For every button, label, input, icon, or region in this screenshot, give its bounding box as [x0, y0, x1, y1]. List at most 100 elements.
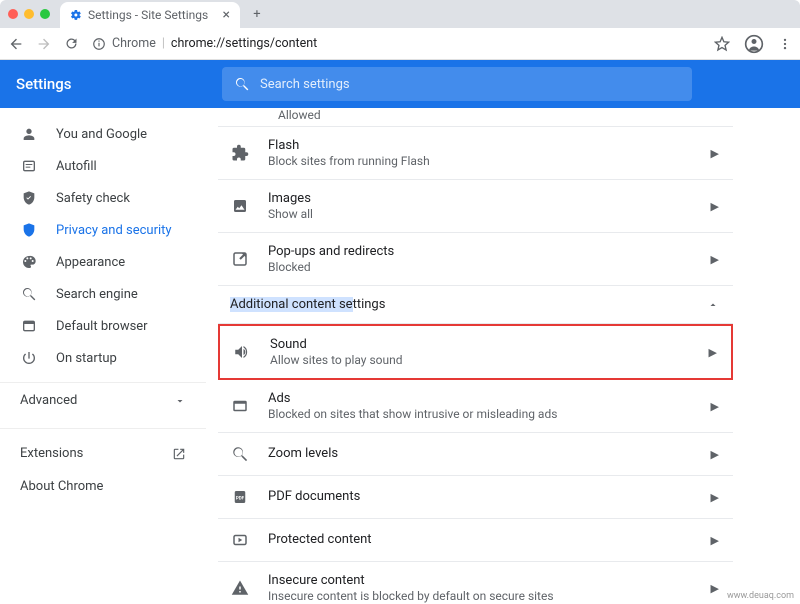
content-row-pdf[interactable]: PDF PDF documents ▶	[218, 476, 733, 519]
sidebar-about-chrome-link[interactable]: About Chrome	[0, 470, 206, 503]
chevron-right-icon: ▶	[711, 200, 719, 213]
settings-header: Settings	[0, 60, 800, 108]
sidebar-item-safety-check[interactable]: Safety check	[0, 182, 206, 214]
palette-icon	[20, 254, 38, 270]
about-label: About Chrome	[20, 479, 103, 494]
sidebar-item-label: Autofill	[56, 159, 97, 174]
sidebar-extensions-link[interactable]: Extensions	[0, 437, 206, 470]
content-row-popups[interactable]: Pop-ups and redirects Blocked ▶	[218, 233, 733, 286]
browser-toolbar: Chrome | chrome://settings/content	[0, 28, 800, 60]
zoom-icon	[230, 445, 250, 463]
maximize-window-button[interactable]	[40, 9, 50, 19]
reload-button[interactable]	[64, 36, 82, 51]
row-title: Pop-ups and redirects	[268, 244, 693, 259]
menu-kebab-icon[interactable]	[778, 37, 792, 51]
sound-icon	[232, 343, 252, 361]
additional-content-toggle[interactable]: Additional content settings	[218, 286, 733, 324]
sidebar-item-search-engine[interactable]: Search engine	[0, 278, 206, 310]
chevron-up-icon	[707, 299, 719, 311]
new-tab-button[interactable]: +	[246, 7, 268, 22]
row-title: Ads	[268, 391, 693, 406]
sidebar-item-privacy-security[interactable]: Privacy and security	[0, 214, 206, 246]
cutoff-row-subtitle: Allowed	[218, 108, 733, 127]
sidebar-item-label: On startup	[56, 351, 117, 366]
sidebar-advanced-toggle[interactable]: Advanced	[0, 382, 206, 418]
chevron-right-icon: ▶	[711, 400, 719, 413]
chevron-right-icon: ▶	[711, 147, 719, 160]
row-title: PDF documents	[268, 487, 693, 507]
row-subtitle: Show all	[268, 207, 693, 221]
sidebar-item-label: Appearance	[56, 255, 125, 270]
gear-icon	[70, 9, 82, 21]
info-icon	[92, 37, 106, 51]
protected-content-icon	[230, 531, 250, 549]
content-row-sound[interactable]: Sound Allow sites to play sound ▶	[218, 324, 733, 380]
ads-icon	[230, 397, 250, 415]
row-title: Images	[268, 191, 693, 206]
tab-title: Settings - Site Settings	[88, 8, 208, 22]
search-icon	[20, 286, 38, 302]
content-row-ads[interactable]: Ads Blocked on sites that show intrusive…	[218, 380, 733, 433]
row-subtitle: Allow sites to play sound	[270, 353, 691, 367]
image-icon	[230, 197, 250, 215]
minimize-window-button[interactable]	[24, 9, 34, 19]
content-row-zoom[interactable]: Zoom levels ▶	[218, 433, 733, 476]
shield-icon	[20, 222, 38, 238]
row-title: Flash	[268, 138, 693, 153]
content-row-insecure[interactable]: Insecure content Insecure content is blo…	[218, 562, 733, 604]
close-window-button[interactable]	[8, 9, 18, 19]
sidebar-item-label: Privacy and security	[56, 223, 172, 238]
forward-button[interactable]	[36, 36, 54, 52]
sidebar-item-appearance[interactable]: Appearance	[0, 246, 206, 278]
chevron-right-icon: ▶	[711, 582, 719, 595]
profile-avatar-icon[interactable]	[744, 34, 764, 54]
settings-title: Settings	[16, 75, 206, 93]
sidebar-item-label: Safety check	[56, 191, 130, 206]
shield-check-icon	[20, 190, 38, 206]
person-icon	[20, 126, 38, 142]
puzzle-icon	[230, 144, 250, 162]
settings-sidebar: You and Google Autofill Safety check Pri…	[0, 108, 206, 604]
sidebar-item-you-and-google[interactable]: You and Google	[0, 118, 206, 150]
chevron-down-icon	[174, 395, 186, 407]
url-path: chrome://settings/content	[171, 36, 317, 51]
autofill-icon	[20, 158, 38, 174]
chevron-right-icon: ▶	[711, 253, 719, 266]
row-subtitle: Blocked on sites that show intrusive or …	[268, 407, 693, 421]
warning-icon	[230, 579, 250, 597]
browser-tab[interactable]: Settings - Site Settings ×	[60, 2, 240, 28]
chevron-right-icon: ▶	[711, 534, 719, 547]
settings-content: Allowed Flash Block sites from running F…	[206, 108, 800, 604]
bookmark-star-icon[interactable]	[714, 36, 730, 52]
sidebar-item-default-browser[interactable]: Default browser	[0, 310, 206, 342]
url-scheme: Chrome	[112, 36, 156, 51]
content-row-protected[interactable]: Protected content ▶	[218, 519, 733, 562]
svg-text:PDF: PDF	[236, 495, 245, 501]
content-row-images[interactable]: Images Show all ▶	[218, 180, 733, 233]
sidebar-item-autofill[interactable]: Autofill	[0, 150, 206, 182]
chevron-right-icon: ▶	[709, 346, 717, 359]
back-button[interactable]	[8, 36, 26, 52]
popup-icon	[230, 250, 250, 268]
pdf-icon: PDF	[230, 488, 250, 506]
row-title: Insecure content	[268, 573, 693, 588]
address-bar[interactable]: Chrome | chrome://settings/content	[92, 36, 704, 51]
sidebar-item-label: You and Google	[56, 127, 147, 142]
sidebar-item-label: Default browser	[56, 319, 148, 334]
window-controls	[8, 9, 50, 19]
browser-icon	[20, 318, 38, 334]
search-icon	[234, 76, 250, 92]
close-tab-icon[interactable]: ×	[223, 7, 230, 23]
watermark: www.deuaq.com	[727, 591, 794, 601]
settings-search-input[interactable]	[260, 77, 680, 92]
row-subtitle: Block sites from running Flash	[268, 154, 693, 168]
content-row-flash[interactable]: Flash Block sites from running Flash ▶	[218, 127, 733, 180]
row-subtitle: Blocked	[268, 260, 693, 274]
settings-search[interactable]	[222, 67, 692, 101]
sidebar-item-on-startup[interactable]: On startup	[0, 342, 206, 374]
chevron-right-icon: ▶	[711, 491, 719, 504]
chevron-right-icon: ▶	[711, 448, 719, 461]
row-title: Zoom levels	[268, 444, 693, 464]
window-titlebar: Settings - Site Settings × +	[0, 0, 800, 28]
row-subtitle: Insecure content is blocked by default o…	[268, 589, 693, 603]
